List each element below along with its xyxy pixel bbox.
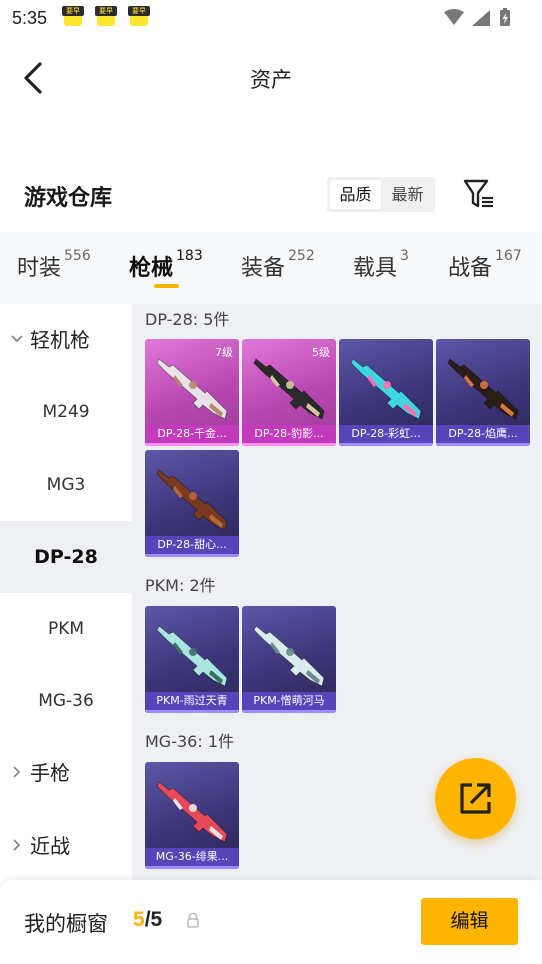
group-title-mg36: MG-36: 1件: [145, 732, 234, 751]
system-status-icons: [444, 8, 510, 26]
page-title: 资产: [250, 68, 292, 92]
chevron-right-icon: [13, 765, 21, 778]
lmg-skin-icon: [156, 469, 228, 531]
group-title-pkm: PKM: 2件: [145, 576, 216, 595]
notification-app-icon: 要早: [128, 6, 150, 30]
sort-toggle: 品质 最新: [327, 177, 435, 212]
skin-name: DP-28-豹影...: [242, 425, 336, 446]
skin-name: DP-28-彩虹...: [339, 425, 433, 446]
tab-vehicles[interactable]: 载具 3: [353, 248, 409, 290]
lmg-skin-icon: [156, 781, 228, 843]
sidebar-group-melee[interactable]: 近战: [10, 810, 70, 882]
lmg-skin-icon: [156, 358, 228, 420]
active-tab-indicator: [154, 284, 179, 288]
chevron-down-icon: [11, 334, 23, 342]
external-link-icon: [460, 783, 491, 814]
status-time: 5:35: [12, 8, 48, 28]
group-title-dp28: DP-28: 5件: [145, 310, 230, 329]
sidebar-group-lmg[interactable]: 轻机枪: [10, 304, 90, 376]
skin-card[interactable]: MG-36-绯果...: [145, 762, 239, 869]
skin-card[interactable]: PKM-憎萌河马: [242, 606, 336, 713]
showcase-label: 我的橱窗: [24, 912, 108, 936]
skin-card[interactable]: DP-28-焰鹰...: [436, 339, 530, 446]
skin-name: DP-28-焰鹰...: [436, 425, 530, 446]
skin-card[interactable]: DP-28-甜心...: [145, 450, 239, 557]
lmg-skin-icon: [447, 358, 519, 420]
sidebar-group-pistol[interactable]: 手枪: [10, 737, 70, 809]
warehouse-title: 游戏仓库: [24, 186, 113, 211]
skin-name: MG-36-绯果...: [145, 848, 239, 869]
wifi-icon: [444, 9, 464, 25]
skin-card[interactable]: 7级 DP-28-千金...: [145, 339, 239, 446]
chevron-right-icon: [13, 838, 21, 851]
tab-supplies[interactable]: 战备 167: [448, 248, 522, 290]
skin-card[interactable]: PKM-雨过天青: [145, 606, 239, 713]
sidebar-item-dp28[interactable]: DP-28: [0, 521, 132, 593]
sidebar-item-m249[interactable]: M249: [0, 376, 132, 448]
skin-name: PKM-雨过天青: [145, 692, 239, 713]
tab-equipment[interactable]: 装备 252: [241, 248, 315, 290]
skin-name: DP-28-千金...: [145, 425, 239, 446]
category-tabs: 时装 556 枪械 183 装备 252 载具 3 战备 167: [0, 232, 542, 304]
weapon-type-sidebar: 轻机枪 M249 MG3 DP-28 PKM MG-36 手枪 近战: [0, 304, 132, 880]
lmg-skin-icon: [253, 625, 325, 687]
filter-icon[interactable]: [462, 176, 496, 212]
skin-card[interactable]: DP-28-彩虹...: [339, 339, 433, 446]
tab-fashion[interactable]: 时装 556: [17, 248, 91, 290]
sort-latest-button[interactable]: 最新: [382, 180, 433, 209]
share-button[interactable]: [435, 758, 516, 839]
status-bar: 5:35 要早 要早 要早: [0, 0, 542, 36]
skin-card[interactable]: 5级 DP-28-豹影...: [242, 339, 336, 446]
sidebar-item-pkm[interactable]: PKM: [0, 593, 132, 665]
lmg-skin-icon: [253, 358, 325, 420]
showcase-bar: 我的橱窗 5/5 编辑: [0, 880, 542, 964]
sidebar-item-mg3[interactable]: MG3: [0, 449, 132, 521]
lmg-skin-icon: [156, 625, 228, 687]
sidebar-item-mg36[interactable]: MG-36: [0, 665, 132, 737]
notification-app-icon: 要早: [95, 6, 117, 30]
notification-app-icon: 要早: [62, 6, 84, 30]
skin-name: DP-28-甜心...: [145, 536, 239, 557]
lmg-skin-icon: [350, 358, 422, 420]
sort-quality-button[interactable]: 品质: [330, 180, 381, 209]
lock-icon: [187, 912, 199, 928]
skin-name: PKM-憎萌河马: [242, 692, 336, 713]
showcase-count: 5/5: [133, 908, 163, 931]
edit-button[interactable]: 编辑: [421, 898, 518, 945]
signal-icon: [472, 10, 490, 26]
